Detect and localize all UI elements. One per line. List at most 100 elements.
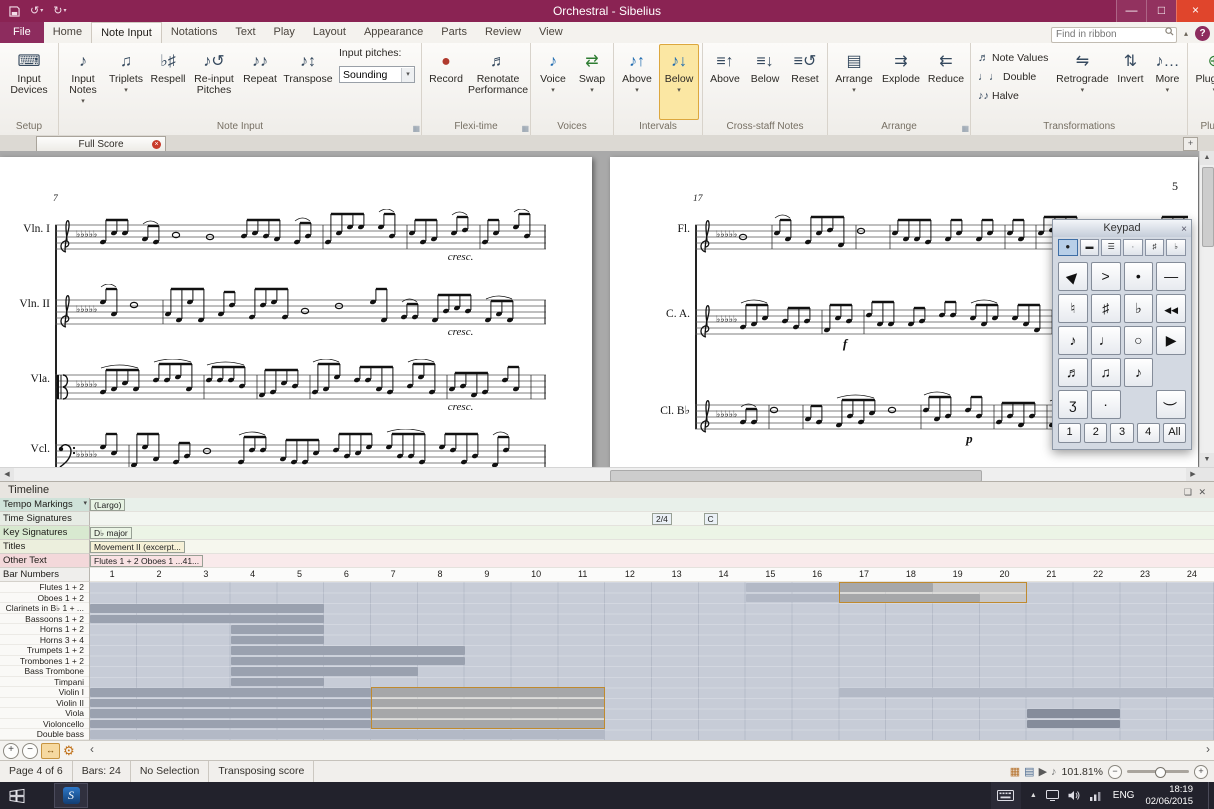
timeline-event-chip[interactable]: D♭ major xyxy=(90,527,132,539)
timeline-event-chip[interactable]: C xyxy=(703,513,718,525)
show-desktop-button[interactable] xyxy=(1208,782,1214,809)
timeline-instrument-label[interactable]: Bassoons 1 + 2 xyxy=(0,614,89,625)
input-devices-button[interactable]: ⌨ Input Devices xyxy=(3,44,55,120)
horizontal-scrollbar[interactable]: ◀ ▶ xyxy=(0,467,1214,482)
keypad-voice-all-button[interactable]: All xyxy=(1162,423,1187,443)
maximize-button[interactable]: □ xyxy=(1146,0,1176,22)
timeline-scroll-left-arrow[interactable]: ‹ xyxy=(90,742,94,756)
tab-note-input[interactable]: Note Input xyxy=(91,22,162,43)
timeline-row-label-bar-numbers[interactable]: Bar Numbers xyxy=(0,568,90,582)
tempo-filter-caret-icon[interactable]: ▾ xyxy=(83,499,87,507)
staff-instrument-label[interactable]: C. A. xyxy=(656,308,690,320)
jazz-articulations-tab[interactable]: ♯ xyxy=(1144,239,1165,256)
dialog-launcher-icon[interactable]: ▦ xyxy=(412,122,420,135)
keypad-voice-1-button[interactable]: 1 xyxy=(1058,423,1082,443)
touch-keyboard-button[interactable] xyxy=(990,782,1021,809)
sibelius-taskbar-button[interactable]: S xyxy=(54,783,88,808)
undo-button[interactable]: ↺ ▾ xyxy=(26,1,47,21)
staff-vcl[interactable]: ♭♭♭♭♭ xyxy=(55,429,546,467)
staff-instrument-label[interactable]: Cl. B♭ xyxy=(656,403,690,417)
zoom-out-button[interactable]: − xyxy=(1108,764,1122,779)
tab-notations[interactable]: Notations xyxy=(162,22,226,42)
keypad-eighth-note-button[interactable]: ♪ xyxy=(1058,326,1088,355)
new-tab-button[interactable]: + xyxy=(1183,137,1198,151)
keypad-natural-button[interactable]: ♮ xyxy=(1058,294,1088,323)
keypad-accent-button[interactable]: > xyxy=(1090,262,1121,291)
reduce-button[interactable]: ⇇ Reduce xyxy=(925,44,967,120)
timeline-grid[interactable] xyxy=(90,582,1214,740)
tab-appearance[interactable]: Appearance xyxy=(355,22,432,42)
save-button[interactable] xyxy=(5,5,24,17)
keypad-staccato-button[interactable]: • xyxy=(1123,262,1154,291)
tab-home[interactable]: Home xyxy=(44,22,91,42)
timeline-instrument-label[interactable]: Double bass xyxy=(0,729,89,740)
mixer-panel-toggle-icon[interactable]: ▤ xyxy=(1024,765,1034,779)
re-input-pitches-button[interactable]: ♪↺ Re-input Pitches xyxy=(190,44,238,120)
above-button[interactable]: ♪↑ Above ▾ xyxy=(617,44,657,120)
common-notes-tab[interactable]: ● xyxy=(1058,239,1078,256)
invert-button[interactable]: ⇅ Invert xyxy=(1112,44,1148,120)
timeline-event-chip[interactable]: (Largo) xyxy=(90,499,126,511)
tab-parts[interactable]: Parts xyxy=(432,22,476,42)
keypad-panel-toggle-icon[interactable]: ▦ xyxy=(1010,765,1020,779)
dialog-launcher-icon[interactable]: ▦ xyxy=(521,122,529,135)
keypad-rewind-button[interactable]: ◀◀ xyxy=(1156,294,1186,323)
voice-button[interactable]: ♪ Voice ▾ xyxy=(534,44,572,120)
timeline-row-label-tempo-markings[interactable]: Tempo Markings ▾ xyxy=(0,498,90,512)
timeline-track-other-text[interactable]: Flutes 1 + 2 Oboes 1 ...41... xyxy=(90,554,1214,568)
redo-button[interactable]: ↻ ▾ xyxy=(49,1,70,21)
expression-text[interactable]: f xyxy=(843,336,847,352)
more-button[interactable]: ♪… More ▾ xyxy=(1150,44,1184,120)
language-indicator[interactable]: ENG xyxy=(1111,790,1137,801)
accidentals-tab[interactable]: ♭ xyxy=(1166,239,1187,256)
transport-panel-toggle-icon[interactable]: ▶ xyxy=(1039,765,1047,779)
hidden-icons-chevron[interactable]: ▲ xyxy=(1030,792,1037,799)
explode-button[interactable]: ⇉ Explode xyxy=(879,44,923,120)
tab-close-icon[interactable]: × xyxy=(152,140,161,149)
transpose-button[interactable]: ♪↕ Transpose xyxy=(282,44,334,120)
timeline-track-time-signatures[interactable]: 2/4 C xyxy=(90,512,1214,526)
keypad-titlebar[interactable]: Keypad × xyxy=(1053,220,1191,237)
keypad-augmentation-dot-button[interactable]: · xyxy=(1090,390,1121,419)
timeline-instrument-label[interactable]: Violoncello xyxy=(0,719,89,730)
note-values-button[interactable]: ♬ Note Values xyxy=(975,48,1051,67)
keypad-pointer-arrow-button[interactable]: ▶ xyxy=(1058,262,1088,291)
collapse-ribbon-button[interactable]: ▴ xyxy=(1181,27,1191,40)
timeline-track-titles[interactable]: Movement II (excerpt... xyxy=(90,540,1214,554)
close-button[interactable]: × xyxy=(1176,0,1214,22)
keypad-voice-2-button[interactable]: 2 xyxy=(1084,423,1108,443)
scroll-up-arrow[interactable]: ▲ xyxy=(1200,151,1214,165)
respell-button[interactable]: ♭♯ Respell xyxy=(148,44,188,120)
clock[interactable]: 18:19 02/06/2015 xyxy=(1145,784,1193,808)
tab-play[interactable]: Play xyxy=(265,22,304,42)
timeline-event-chip[interactable]: Flutes 1 + 2 Oboes 1 ...41... xyxy=(90,555,204,567)
expression-text[interactable]: cresc. xyxy=(448,326,474,338)
zoom-slider[interactable] xyxy=(1127,767,1189,778)
keypad-flat-button[interactable]: ♭ xyxy=(1123,294,1154,323)
timeline-track-key-signatures[interactable]: D♭ major xyxy=(90,526,1214,540)
staff-instrument-label[interactable]: Vla. xyxy=(16,373,50,385)
timeline-track-bar-numbers[interactable]: 1 2 3 4 5 6 7 8 9 10 11 12 13 14 15 16 17 18 19 20 21 22 23 24 xyxy=(90,568,1214,582)
reset-button[interactable]: ≡↺ Reset xyxy=(786,44,824,120)
timeline-row-label-key-signatures[interactable]: Key Signatures xyxy=(0,526,90,540)
find-in-ribbon-input[interactable] xyxy=(1050,26,1177,43)
timeline-event-chip[interactable]: 2/4 xyxy=(652,513,672,525)
timeline-zoom-in-button[interactable]: + xyxy=(3,743,19,759)
keypad-rest-button[interactable]: ʒ xyxy=(1058,390,1088,419)
staff-instrument-label[interactable]: Vln. I xyxy=(16,223,50,235)
swap-button[interactable]: ⇄ Swap ▾ xyxy=(574,44,610,120)
timeline-instrument-label[interactable]: Viola xyxy=(0,708,89,719)
help-button[interactable]: ? xyxy=(1195,25,1210,41)
dialog-launcher-icon[interactable]: ▦ xyxy=(961,122,969,135)
vertical-scrollbar[interactable]: ▲ ▼ xyxy=(1199,151,1214,467)
triplets-button[interactable]: ♫ Triplets ▾ xyxy=(106,44,146,120)
timeline-header[interactable]: Timeline ❏ ✕ xyxy=(0,481,1214,498)
tab-layout[interactable]: Layout xyxy=(304,22,355,42)
repeat-button[interactable]: ♪♪ Repeat xyxy=(240,44,280,120)
scroll-left-arrow[interactable]: ◀ xyxy=(0,468,14,482)
timeline-zoom-out-button[interactable]: − xyxy=(22,743,38,759)
above-button[interactable]: ≡↑ Above xyxy=(706,44,744,120)
timeline-instrument-label[interactable]: Trombones 1 + 2 xyxy=(0,656,89,667)
more-notes-tab[interactable]: ▬ xyxy=(1079,239,1100,256)
keypad-tenuto-button[interactable]: — xyxy=(1156,262,1186,291)
